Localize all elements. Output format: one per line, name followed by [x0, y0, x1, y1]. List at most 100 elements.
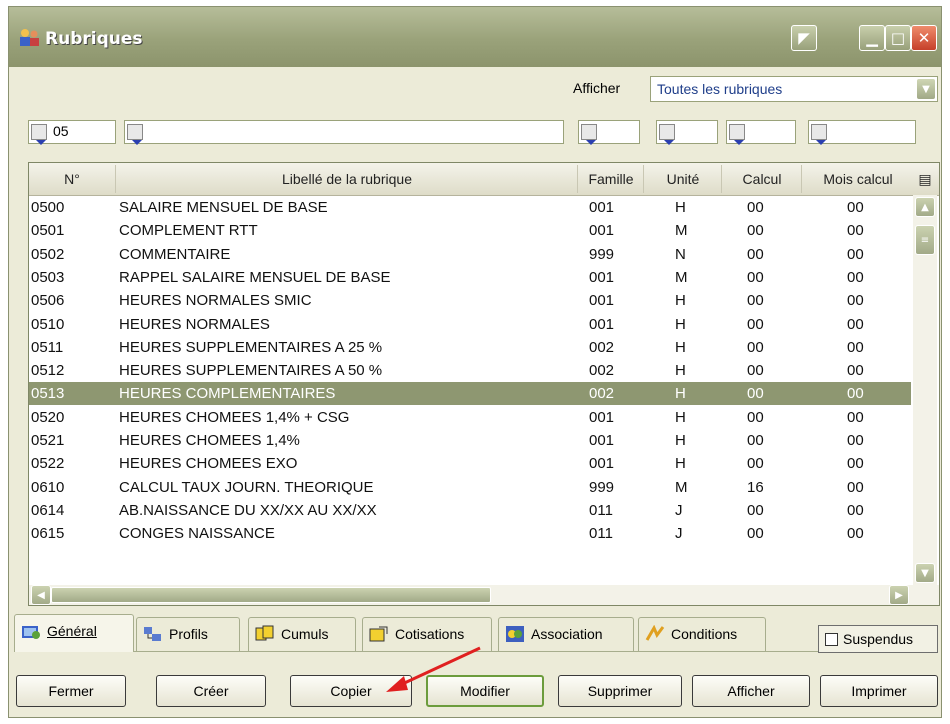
filter-icon[interactable] [31, 124, 47, 145]
table-row[interactable]: 0521 HEURES CHOMEES 1,4% 001 H 00 00 [29, 429, 911, 452]
table-cell-moi: 00 [847, 245, 864, 263]
tab-cotisations[interactable]: Cotisations [362, 617, 492, 651]
column-divider[interactable] [115, 165, 116, 193]
column-header-libelle[interactable]: Libellé de la rubrique [117, 171, 577, 187]
vertical-scrollbar[interactable]: ▲ ≡ ▼ [913, 195, 937, 587]
column-header-unite[interactable]: Unité [645, 171, 721, 187]
scroll-down-icon[interactable]: ▼ [915, 563, 935, 583]
table-cell-lib: COMPLEMENT RTT [119, 222, 258, 240]
hscroll-thumb[interactable] [51, 587, 491, 603]
filter-mois[interactable] [808, 120, 916, 145]
table-cell-uni: J [675, 501, 683, 519]
column-chooser-icon[interactable]: ▤ [913, 171, 937, 188]
scroll-left-icon[interactable]: ◀ [31, 585, 51, 605]
maximize-button[interactable]: □ [885, 25, 911, 51]
table-row[interactable]: 0503 RAPPEL SALAIRE MENSUEL DE BASE 001 M 00… [29, 266, 911, 289]
table-row[interactable]: 0510 HEURES NORMALES 001 H 00 00 [29, 313, 911, 336]
modifier-button[interactable]: Modifier [426, 675, 544, 707]
chevron-down-icon[interactable]: ▼ [917, 79, 935, 99]
table-row[interactable]: 0501 COMPLEMENT RTT 001 M 00 00 [29, 219, 911, 242]
table-cell-fam: 001 [589, 222, 615, 240]
filter-icon[interactable] [811, 124, 827, 145]
table-cell-uni: H [675, 315, 686, 333]
table-row[interactable]: 0615 CONGES NAISSANCE 011 J 00 00 [29, 522, 911, 545]
filter-icon[interactable] [581, 124, 597, 145]
table-cell-cal: 00 [747, 268, 764, 286]
minimize-button[interactable]: ▁ [859, 25, 885, 51]
column-header-mois-calcul[interactable]: Mois calcul [803, 171, 913, 187]
tab-association-label: Association [531, 626, 603, 642]
table-cell-lib: HEURES NORMALES SMIC [119, 292, 312, 310]
column-divider[interactable] [801, 165, 802, 193]
table-cell-num: 0513 [31, 385, 65, 403]
table-cell-uni: H [675, 199, 686, 216]
filter-icon[interactable] [659, 124, 675, 145]
imprimer-button[interactable]: Imprimer [820, 675, 938, 707]
table-cell-lib: HEURES SUPPLEMENTAIRES A 50 % [119, 362, 383, 380]
filter-icon[interactable] [729, 124, 745, 145]
table-row[interactable]: 0506 HEURES NORMALES SMIC 001 H 00 00 [29, 289, 911, 312]
tab-association[interactable]: Association [498, 617, 634, 651]
table-cell-uni: H [675, 408, 686, 426]
scroll-thumb[interactable]: ≡ [915, 225, 935, 255]
filter-libelle[interactable] [124, 120, 564, 145]
suspendus-checkbox[interactable]: Suspendus [818, 625, 938, 653]
rubriques-table[interactable]: N° Libellé de la rubrique Famille Unité … [28, 162, 940, 606]
column-divider[interactable] [721, 165, 722, 193]
filter-famille[interactable] [578, 120, 640, 145]
table-cell-cal: 00 [747, 222, 764, 240]
table-row[interactable]: 0610 CALCUL TAUX JOURN. THEORIQUE 999 M 16 00 [29, 476, 911, 499]
horizontal-scrollbar[interactable]: ◀ ▶ [29, 585, 939, 605]
filter-unite[interactable] [656, 120, 718, 145]
table-cell-uni: H [675, 432, 686, 449]
tab-conditions[interactable]: Conditions [638, 617, 766, 651]
checkbox-box[interactable] [825, 633, 838, 646]
filter-num[interactable]: 05 [28, 120, 116, 145]
title-bar[interactable]: Rubriques ◤ ▁ □ ✕ [9, 7, 941, 67]
column-divider[interactable] [577, 165, 578, 193]
table-row[interactable]: 0522 HEURES CHOMEES EXO 001 H 00 00 [29, 452, 911, 475]
filter-calcul[interactable] [726, 120, 796, 145]
table-row[interactable]: 0513 HEURES COMPLEMENTAIRES 002 H 00 00 [29, 382, 911, 406]
column-header-calcul[interactable]: Calcul [723, 171, 801, 187]
table-row[interactable]: 0614 AB.NAISSANCE DU XX/XX AU XX/XX 011 J 00… [29, 499, 911, 522]
tab-general[interactable]: Général [14, 614, 134, 652]
table-cell-fam: 002 [589, 362, 615, 380]
table-row[interactable]: 0500 SALAIRE MENSUEL DE BASE 001 H 00 00 [29, 196, 911, 219]
scroll-up-icon[interactable]: ▲ [915, 197, 935, 217]
column-header-famille[interactable]: Famille [579, 171, 643, 187]
afficher-button[interactable]: Afficher [692, 675, 810, 707]
filter-icon[interactable] [127, 124, 143, 145]
column-divider[interactable] [643, 165, 644, 193]
table-row[interactable]: 0502 COMMENTAIRE 999 N 00 00 [29, 243, 911, 266]
afficher-select[interactable]: Toutes les rubriques ▼ [650, 76, 938, 102]
tab-profils[interactable]: Profils [136, 617, 240, 651]
restore-button[interactable]: ◤ [791, 25, 817, 51]
table-cell-fam: 001 [589, 432, 615, 449]
table-cell-fam: 999 [589, 478, 615, 496]
table-cell-fam: 001 [589, 315, 615, 333]
table-cell-moi: 00 [847, 478, 864, 496]
column-header-num[interactable]: N° [29, 171, 115, 187]
table-cell-cal: 00 [747, 455, 764, 473]
cumuls-icon [255, 625, 274, 641]
creer-button[interactable]: Créer [156, 675, 266, 707]
table-cell-uni: M [675, 478, 688, 496]
scroll-right-icon[interactable]: ▶ [889, 585, 909, 605]
table-row[interactable]: 0511 HEURES SUPPLEMENTAIRES A 25 % 002 H 00 0… [29, 336, 911, 359]
close-button[interactable]: ✕ [911, 25, 937, 51]
table-cell-num: 0512 [31, 362, 65, 380]
close-icon: ✕ [917, 29, 931, 47]
table-cell-uni: H [675, 338, 686, 356]
table-row[interactable]: 0512 HEURES SUPPLEMENTAIRES A 50 % 002 H 00 0… [29, 359, 911, 382]
table-row[interactable]: 0520 HEURES CHOMEES 1,4% + CSG 001 H 00 00 [29, 406, 911, 429]
general-icon [22, 626, 40, 639]
afficher-label: Afficher [573, 80, 621, 96]
tab-cumuls[interactable]: Cumuls [248, 617, 356, 651]
table-cell-moi: 00 [847, 501, 864, 519]
table-cell-cal: 00 [747, 338, 764, 356]
copier-button[interactable]: Copier [290, 675, 412, 707]
restore-icon: ◤ [798, 29, 810, 47]
supprimer-button[interactable]: Supprimer [558, 675, 682, 707]
fermer-button[interactable]: Fermer [16, 675, 126, 707]
